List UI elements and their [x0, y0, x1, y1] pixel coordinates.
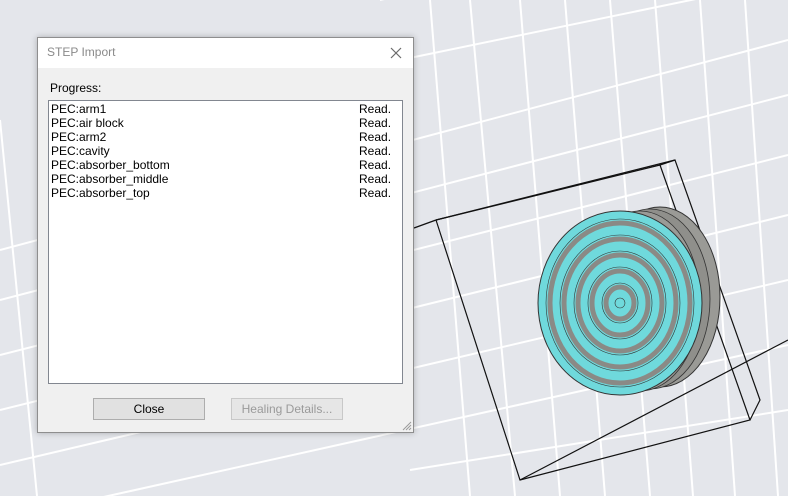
item-status: Read. [359, 130, 392, 144]
list-item: PEC:absorber_middle Read. [49, 172, 402, 186]
resize-grip-icon[interactable] [400, 419, 412, 431]
list-item: PEC:air block Read. [49, 116, 402, 130]
item-name: PEC:arm1 [51, 102, 107, 116]
healing-details-button[interactable]: Healing Details... [231, 398, 343, 420]
list-item: PEC:absorber_top Read. [49, 186, 402, 200]
item-status: Read. [359, 172, 392, 186]
item-status: Read. [359, 186, 392, 200]
item-name: PEC:arm2 [51, 130, 107, 144]
list-item: PEC:arm1 Read. [49, 102, 402, 116]
dialog-titlebar[interactable]: STEP Import [38, 38, 413, 68]
list-item: PEC:cavity Read. [49, 144, 402, 158]
close-icon[interactable] [385, 42, 407, 64]
item-name: PEC:absorber_top [51, 186, 150, 200]
item-status: Read. [359, 102, 392, 116]
item-status: Read. [359, 158, 392, 172]
step-import-dialog: STEP Import Progress: PEC:arm1 Read. PEC… [37, 37, 414, 433]
item-name: PEC:cavity [51, 144, 110, 158]
item-status: Read. [359, 116, 392, 130]
spiral-antenna-model[interactable] [537, 206, 721, 396]
list-item: PEC:absorber_bottom Read. [49, 158, 402, 172]
item-name: PEC:air block [51, 116, 124, 130]
list-item: PEC:arm2 Read. [49, 130, 402, 144]
progress-label: Progress: [50, 81, 102, 95]
item-name: PEC:absorber_bottom [51, 158, 170, 172]
item-status: Read. [359, 144, 392, 158]
progress-list[interactable]: PEC:arm1 Read. PEC:air block Read. PEC:a… [48, 100, 403, 384]
close-button[interactable]: Close [93, 398, 205, 420]
item-name: PEC:absorber_middle [51, 172, 169, 186]
dialog-title: STEP Import [47, 45, 116, 59]
